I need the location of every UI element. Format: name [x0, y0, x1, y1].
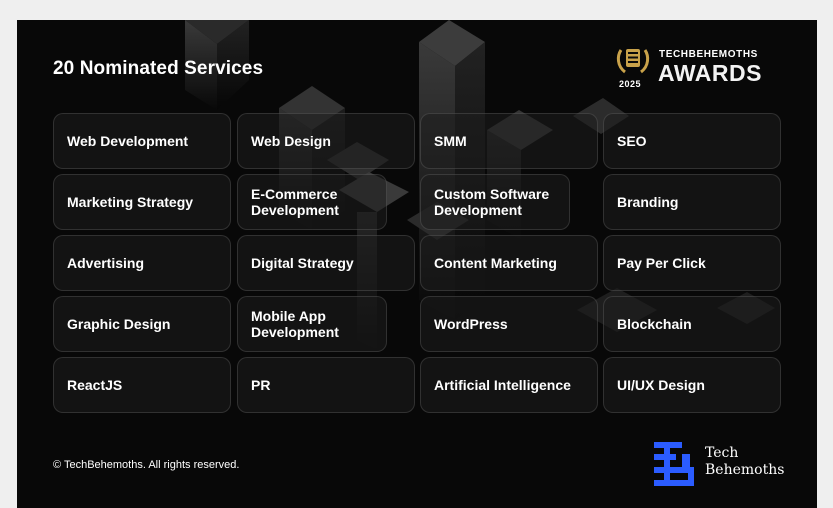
service-label: Digital Strategy: [251, 255, 354, 271]
service-label: Branding: [617, 194, 679, 210]
service-label: UI/UX Design: [617, 377, 705, 393]
service-label: Graphic Design: [67, 316, 171, 332]
logo-text-line2: Behemoths: [705, 462, 785, 478]
service-label: Advertising: [67, 255, 145, 271]
service-label: Marketing Strategy: [67, 194, 194, 210]
service-card: WordPress: [420, 296, 598, 352]
service-card: Content Marketing: [420, 235, 598, 291]
award-year: 2025: [619, 79, 642, 89]
service-label: Web Development: [67, 133, 189, 149]
service-label: Web Design: [251, 133, 331, 149]
service-card: Branding: [603, 174, 781, 230]
service-card: SEO: [603, 113, 781, 169]
techbehemoths-logo: Tech Behemoths: [654, 442, 794, 486]
service-card: Digital Strategy: [237, 235, 415, 291]
service-card: E-Commerce Development: [237, 174, 387, 230]
service-card: Web Design: [237, 113, 415, 169]
service-label: ReactJS: [67, 377, 123, 393]
service-card: Marketing Strategy: [53, 174, 231, 230]
service-label: SEO: [617, 133, 647, 149]
service-card: ReactJS: [53, 357, 231, 413]
awards-banner: 20 Nominated Services 2025 TECHBEHEMOTHS…: [17, 20, 817, 508]
service-card: Web Development: [53, 113, 231, 169]
service-card: SMM: [420, 113, 598, 169]
service-label: WordPress: [434, 316, 508, 332]
service-card: UI/UX Design: [603, 357, 781, 413]
logo-text: Tech Behemoths: [705, 445, 784, 479]
service-label: Content Marketing: [434, 255, 557, 271]
award-brand: TECHBEHEMOTHS: [659, 49, 758, 60]
service-label: Mobile App Development: [251, 308, 339, 340]
service-label: PR: [251, 377, 271, 393]
laurel-icon: [616, 49, 650, 74]
service-label: Blockchain: [617, 316, 692, 332]
service-card: Artificial Intelligence: [420, 357, 598, 413]
copyright-text: © TechBehemoths. All rights reserved.: [53, 459, 240, 471]
service-card: Graphic Design: [53, 296, 231, 352]
service-card: Advertising: [53, 235, 231, 291]
service-label: Pay Per Click: [617, 255, 706, 271]
service-label: Custom Software Development: [434, 186, 550, 218]
awards-badge: 2025 TECHBEHEMOTHS AWARDS: [615, 44, 785, 89]
page-title: 20 Nominated Services: [53, 58, 264, 79]
service-card: Mobile App Development: [237, 296, 387, 352]
service-label: SMM: [434, 133, 467, 149]
service-label: Artificial Intelligence: [434, 377, 571, 393]
services-grid: Web Development Web Design SMM SEO Marke…: [53, 113, 783, 415]
page-frame: 20 Nominated Services 2025 TECHBEHEMOTHS…: [0, 0, 833, 508]
service-label: E-Commerce Development: [251, 186, 339, 218]
service-card: PR: [237, 357, 415, 413]
service-card: Custom Software Development: [420, 174, 570, 230]
logo-text-line1: Tech: [705, 445, 739, 461]
service-card: Pay Per Click: [603, 235, 781, 291]
service-card: Blockchain: [603, 296, 781, 352]
tb-logo-icon: [654, 442, 694, 486]
awards-wordmark: AWARDS: [658, 60, 762, 86]
